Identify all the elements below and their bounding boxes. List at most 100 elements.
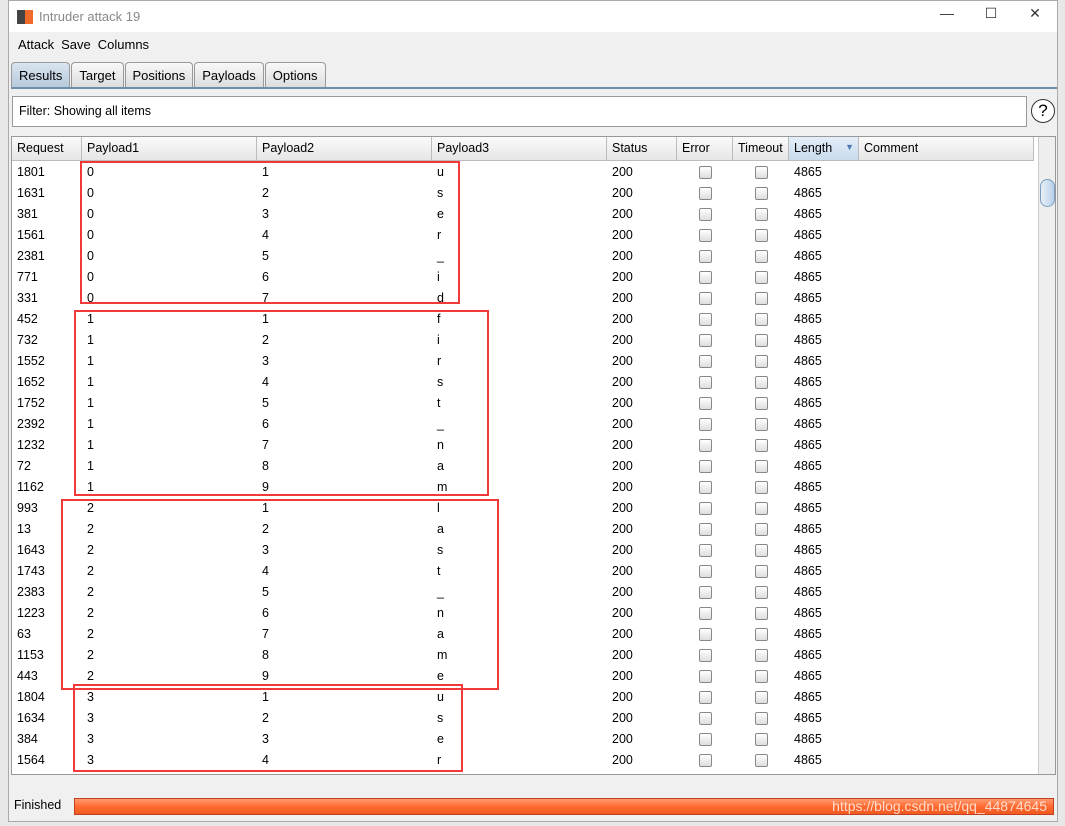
timeout-checkbox[interactable] xyxy=(733,498,789,519)
timeout-checkbox[interactable] xyxy=(733,372,789,393)
checkbox[interactable] xyxy=(699,271,712,284)
timeout-checkbox[interactable] xyxy=(733,645,789,666)
checkbox[interactable] xyxy=(699,586,712,599)
timeout-checkbox[interactable] xyxy=(733,183,789,204)
checkbox[interactable] xyxy=(699,250,712,263)
error-checkbox[interactable] xyxy=(677,225,733,246)
close-button[interactable]: ✕ xyxy=(1015,5,1055,22)
maximize-button[interactable]: ☐ xyxy=(971,5,1011,22)
checkbox[interactable] xyxy=(699,439,712,452)
vertical-scrollbar[interactable] xyxy=(1038,137,1055,774)
error-checkbox[interactable] xyxy=(677,687,733,708)
checkbox[interactable] xyxy=(755,187,768,200)
checkbox[interactable] xyxy=(699,355,712,368)
checkbox[interactable] xyxy=(755,460,768,473)
tab-target[interactable]: Target xyxy=(71,62,124,87)
timeout-checkbox[interactable] xyxy=(733,456,789,477)
timeout-checkbox[interactable] xyxy=(733,267,789,288)
tab-options[interactable]: Options xyxy=(264,62,326,87)
timeout-checkbox[interactable] xyxy=(733,414,789,435)
error-checkbox[interactable] xyxy=(677,435,733,456)
checkbox[interactable] xyxy=(699,397,712,410)
column-header-error[interactable]: Error xyxy=(677,137,733,160)
checkbox[interactable] xyxy=(755,166,768,179)
checkbox[interactable] xyxy=(699,733,712,746)
column-header-payload2[interactable]: Payload2 xyxy=(257,137,432,160)
checkbox[interactable] xyxy=(699,670,712,683)
menu-save[interactable]: Save xyxy=(61,37,91,52)
checkbox[interactable] xyxy=(755,565,768,578)
timeout-checkbox[interactable] xyxy=(733,225,789,246)
error-checkbox[interactable] xyxy=(677,162,733,183)
checkbox[interactable] xyxy=(699,418,712,431)
checkbox[interactable] xyxy=(699,313,712,326)
checkbox[interactable] xyxy=(755,502,768,515)
checkbox[interactable] xyxy=(755,292,768,305)
timeout-checkbox[interactable] xyxy=(733,561,789,582)
scrollbar-thumb[interactable] xyxy=(1040,179,1055,207)
tab-payloads[interactable]: Payloads xyxy=(194,62,264,87)
checkbox[interactable] xyxy=(755,355,768,368)
error-checkbox[interactable] xyxy=(677,372,733,393)
column-header-timeout[interactable]: Timeout xyxy=(733,137,789,160)
checkbox[interactable] xyxy=(699,544,712,557)
checkbox[interactable] xyxy=(699,334,712,347)
checkbox[interactable] xyxy=(699,754,712,767)
checkbox[interactable] xyxy=(755,523,768,536)
checkbox[interactable] xyxy=(755,544,768,557)
timeout-checkbox[interactable] xyxy=(733,204,789,225)
checkbox[interactable] xyxy=(755,586,768,599)
timeout-checkbox[interactable] xyxy=(733,330,789,351)
checkbox[interactable] xyxy=(755,670,768,683)
minimize-button[interactable]: — xyxy=(927,5,967,21)
checkbox[interactable] xyxy=(699,481,712,494)
checkbox[interactable] xyxy=(755,691,768,704)
column-header-status[interactable]: Status xyxy=(607,137,677,160)
error-checkbox[interactable] xyxy=(677,582,733,603)
timeout-checkbox[interactable] xyxy=(733,624,789,645)
checkbox[interactable] xyxy=(755,439,768,452)
error-checkbox[interactable] xyxy=(677,666,733,687)
filter-bar[interactable]: Filter: Showing all items xyxy=(12,96,1027,127)
sort-desc-icon[interactable]: ▼ xyxy=(845,142,854,152)
timeout-checkbox[interactable] xyxy=(733,393,789,414)
checkbox[interactable] xyxy=(755,628,768,641)
checkbox[interactable] xyxy=(755,754,768,767)
checkbox[interactable] xyxy=(755,418,768,431)
timeout-checkbox[interactable] xyxy=(733,750,789,771)
checkbox[interactable] xyxy=(699,166,712,179)
error-checkbox[interactable] xyxy=(677,561,733,582)
error-checkbox[interactable] xyxy=(677,498,733,519)
checkbox[interactable] xyxy=(699,607,712,620)
error-checkbox[interactable] xyxy=(677,393,733,414)
checkbox[interactable] xyxy=(699,292,712,305)
timeout-checkbox[interactable] xyxy=(733,309,789,330)
error-checkbox[interactable] xyxy=(677,708,733,729)
error-checkbox[interactable] xyxy=(677,414,733,435)
help-icon[interactable]: ? xyxy=(1031,99,1055,123)
error-checkbox[interactable] xyxy=(677,246,733,267)
error-checkbox[interactable] xyxy=(677,267,733,288)
timeout-checkbox[interactable] xyxy=(733,519,789,540)
error-checkbox[interactable] xyxy=(677,750,733,771)
column-header-comment[interactable]: Comment xyxy=(859,137,1034,160)
timeout-checkbox[interactable] xyxy=(733,729,789,750)
error-checkbox[interactable] xyxy=(677,456,733,477)
error-checkbox[interactable] xyxy=(677,183,733,204)
checkbox[interactable] xyxy=(755,334,768,347)
error-checkbox[interactable] xyxy=(677,540,733,561)
checkbox[interactable] xyxy=(755,250,768,263)
error-checkbox[interactable] xyxy=(677,603,733,624)
error-checkbox[interactable] xyxy=(677,351,733,372)
timeout-checkbox[interactable] xyxy=(733,603,789,624)
menu-attack[interactable]: Attack xyxy=(18,37,54,52)
checkbox[interactable] xyxy=(699,376,712,389)
checkbox[interactable] xyxy=(755,229,768,242)
checkbox[interactable] xyxy=(755,271,768,284)
error-checkbox[interactable] xyxy=(677,645,733,666)
timeout-checkbox[interactable] xyxy=(733,435,789,456)
checkbox[interactable] xyxy=(755,208,768,221)
checkbox[interactable] xyxy=(755,376,768,389)
checkbox[interactable] xyxy=(755,397,768,410)
checkbox[interactable] xyxy=(699,523,712,536)
